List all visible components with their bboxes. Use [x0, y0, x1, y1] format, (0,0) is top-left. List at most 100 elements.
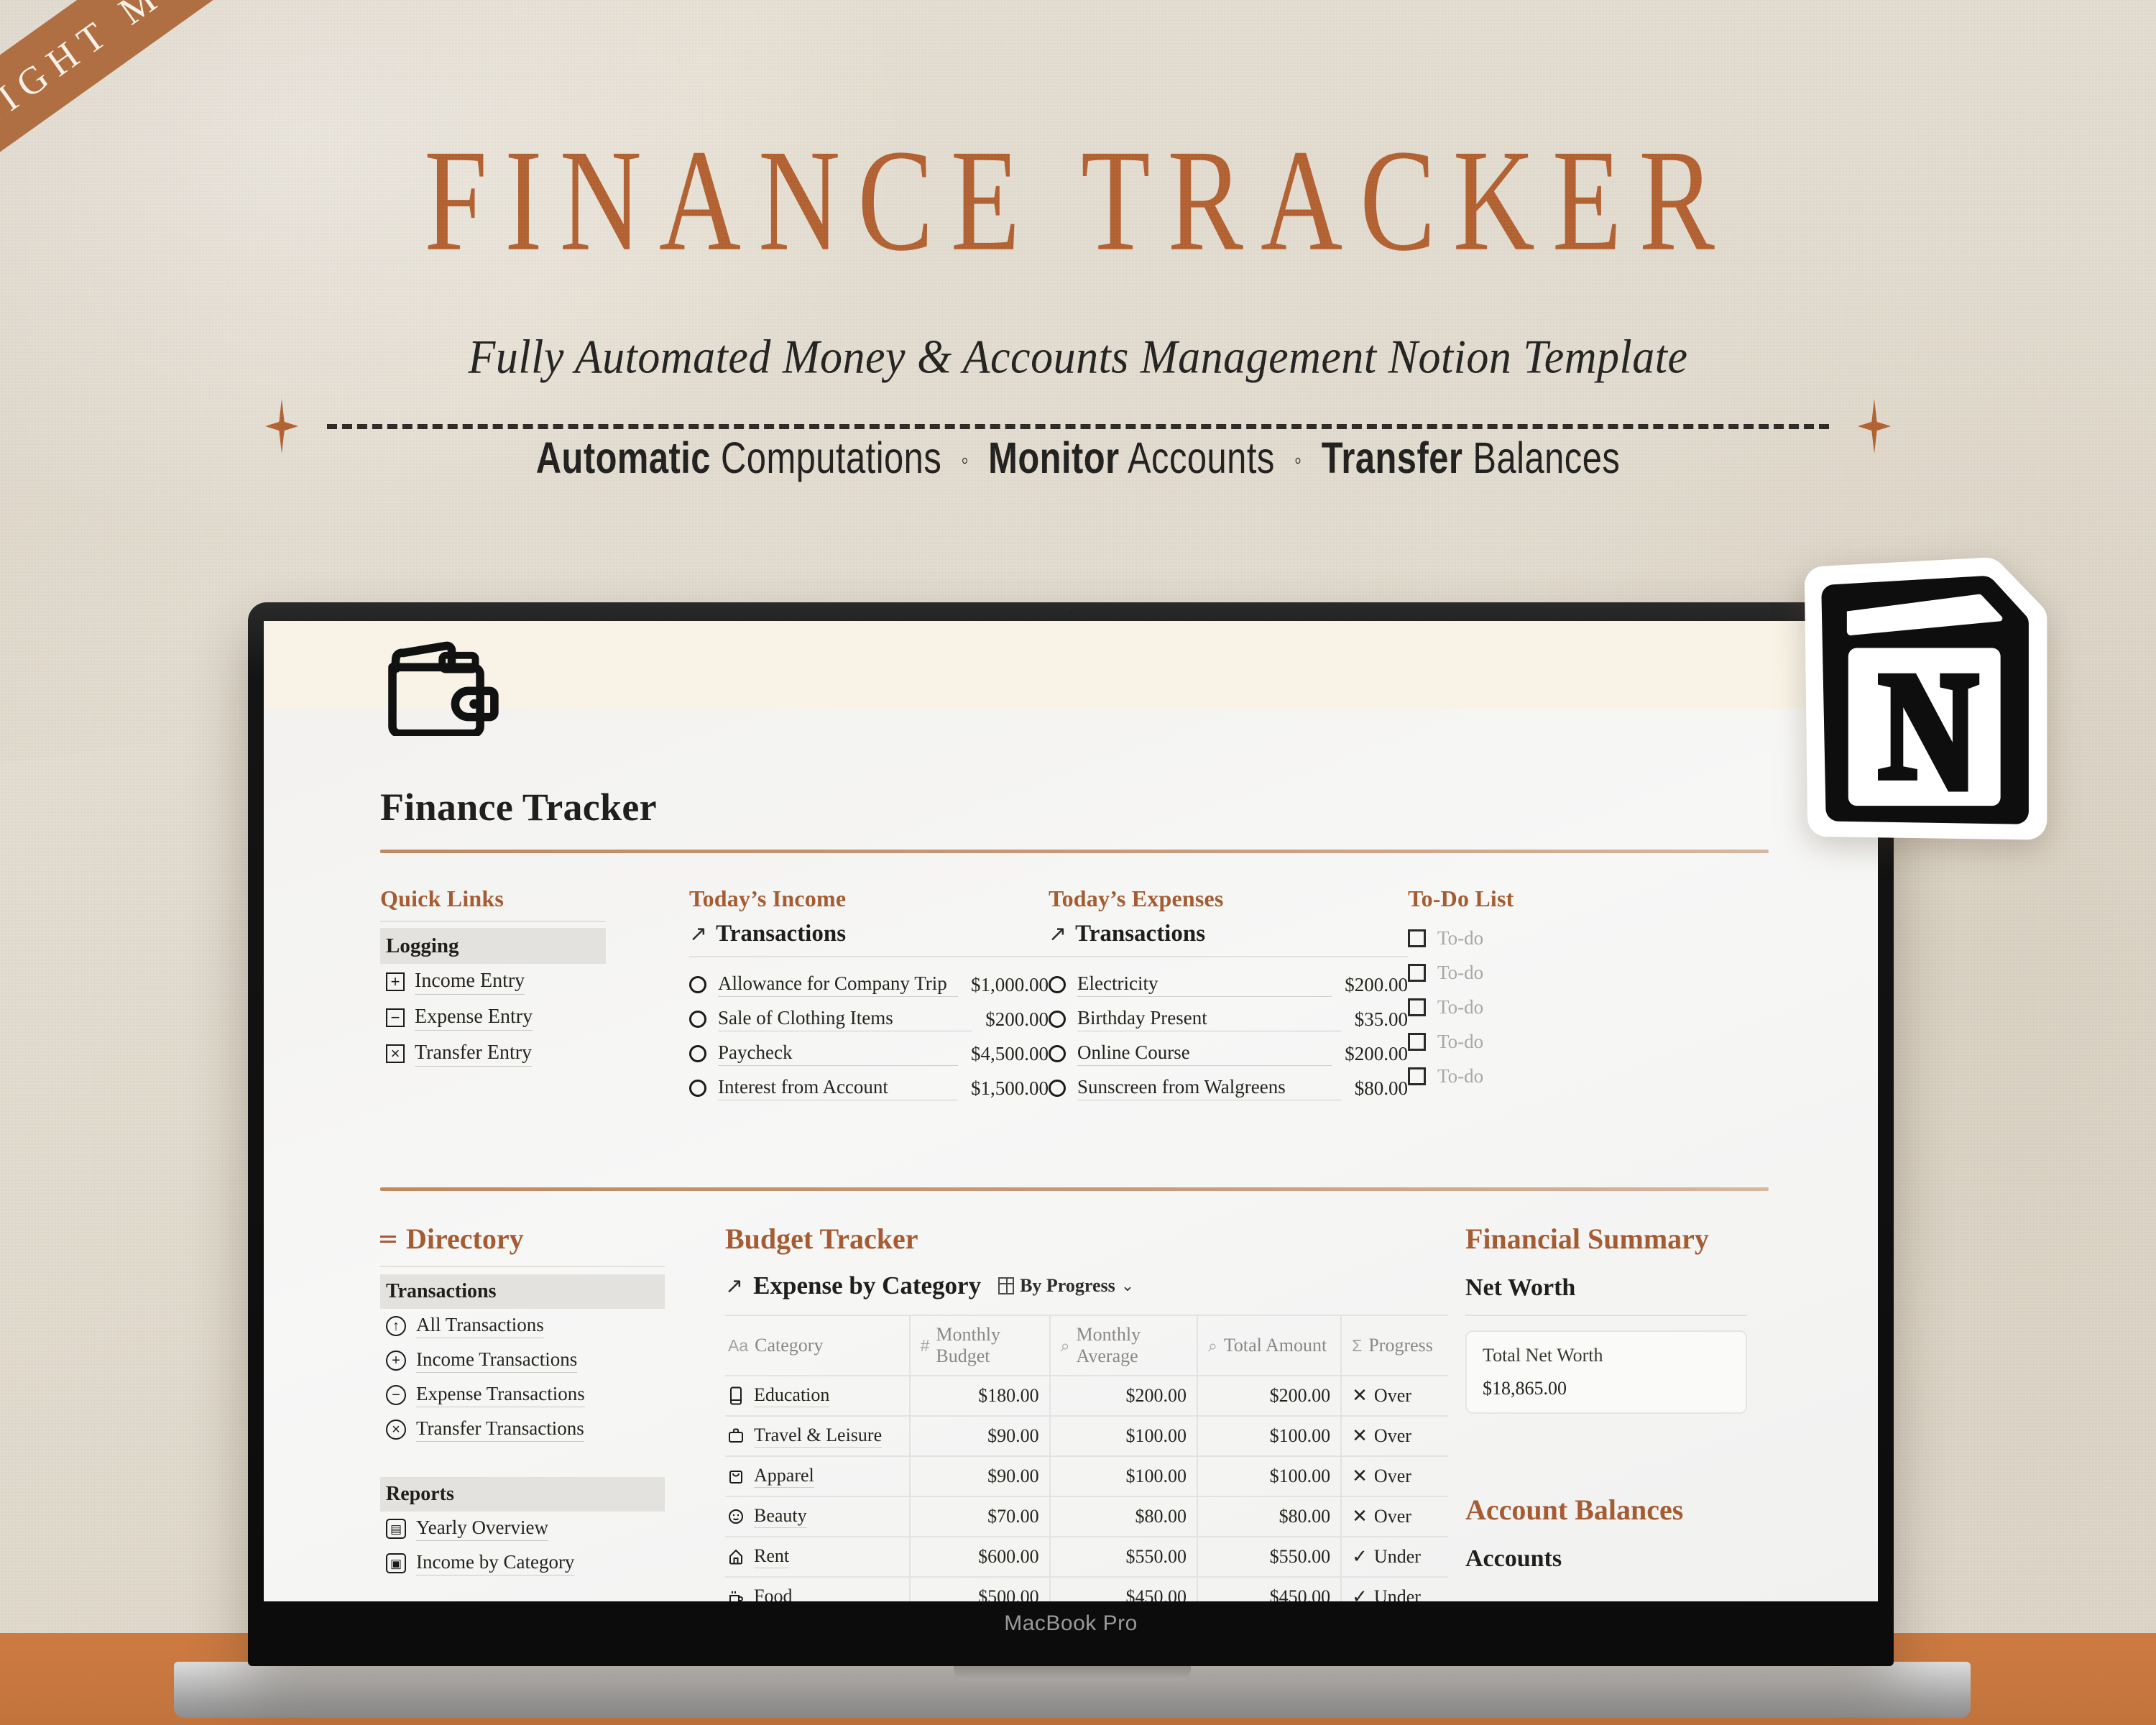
directory-item-income-by-category[interactable]: ▣ Income by Category: [380, 1546, 725, 1581]
directory-column: Directory Transactions ↑ All Transaction…: [380, 1222, 725, 1601]
cell-monthly-budget: $180.00: [909, 1375, 1051, 1416]
todo-item[interactable]: To-do: [1408, 990, 1724, 1024]
notion-page: Finance Tracker Quick Links Logging + In…: [264, 621, 1878, 1601]
table-row[interactable]: Education $180.00 $200.00 $200.00 ✕ Over: [725, 1375, 1448, 1416]
webcam-icon: [1069, 611, 1073, 615]
column-header-progress[interactable]: Σ Progress: [1341, 1315, 1448, 1376]
quick-links-heading: Quick Links: [380, 886, 505, 911]
directory-item-all-transactions[interactable]: ↑ All Transactions: [380, 1309, 725, 1343]
column-label: Category: [755, 1335, 824, 1356]
income-row[interactable]: Interest from Account $1,500.00: [689, 1071, 1049, 1105]
todays-expenses-database-link[interactable]: ↗ Transactions: [1049, 921, 1408, 947]
table-row[interactable]: Apparel $90.00 $100.00 $100.00 ✕ Over: [725, 1455, 1448, 1496]
checkbox-icon[interactable]: [1408, 1067, 1426, 1085]
checkbox-icon[interactable]: [1408, 929, 1426, 947]
income-row[interactable]: Sale of Clothing Items $200.00: [689, 1002, 1049, 1036]
income-row[interactable]: Allowance for Company Trip $1,000.00: [689, 967, 1049, 1002]
list-icon: [380, 1233, 396, 1246]
income-row[interactable]: Paycheck $4,500.00: [689, 1036, 1049, 1071]
progress-label: Over: [1373, 1425, 1411, 1446]
quick-link-expense-entry[interactable]: − Expense Entry: [380, 1000, 689, 1036]
cell-monthly-budget: $500.00: [909, 1576, 1051, 1601]
budget-database-name[interactable]: Expense by Category: [753, 1271, 981, 1300]
budget-view-selector[interactable]: By Progress ⌄: [998, 1275, 1134, 1297]
progress-mark-icon: ✕: [1352, 1425, 1368, 1446]
progress-label: Over: [1373, 1506, 1411, 1527]
todo-item[interactable]: To-do: [1408, 1024, 1724, 1059]
cell-progress: ✓ Under: [1341, 1576, 1448, 1601]
column-header-total-amount[interactable]: ⌕ Total Amount: [1197, 1315, 1342, 1376]
directory-item-yearly-overview[interactable]: ▤ Yearly Overview: [380, 1512, 725, 1546]
cell-total-amount: $80.00: [1197, 1496, 1342, 1537]
directory-item-income-transactions[interactable]: + Income Transactions: [380, 1343, 725, 1378]
column-header-monthly-average[interactable]: ⌕ Monthly Average: [1049, 1315, 1198, 1376]
progress-mark-icon: ✓: [1352, 1546, 1368, 1567]
cell-progress: ✕ Over: [1341, 1415, 1448, 1456]
quick-link-income-entry[interactable]: + Income Entry: [380, 964, 689, 1000]
directory-group-transactions: Transactions: [380, 1274, 665, 1309]
todays-income-database-link[interactable]: ↗ Transactions: [689, 921, 1049, 947]
expense-row[interactable]: Electricity $200.00: [1049, 967, 1408, 1002]
progress-mark-icon: ✕: [1352, 1466, 1368, 1486]
todays-income-column: Today’s Income ↗ Transactions Allowance …: [689, 886, 1049, 1105]
directory-item-label: Income Transactions: [416, 1348, 578, 1373]
checkbox-icon[interactable]: [1408, 998, 1426, 1016]
table-row[interactable]: Rent $600.00 $550.00 $550.00 ✓ Under: [725, 1536, 1448, 1577]
page-bullet-icon: [689, 1080, 706, 1097]
table-row[interactable]: Food $500.00 $450.00 $450.00 ✓ Under: [725, 1576, 1448, 1601]
income-name: Interest from Account: [718, 1076, 958, 1100]
smiley-icon: [729, 1509, 743, 1524]
progress-mark-icon: ✓: [1352, 1586, 1368, 1601]
todo-list-column: To-Do List To-do To-do To-do To-do To-do: [1408, 886, 1724, 1105]
accounts-subheading: Accounts: [1465, 1545, 1562, 1572]
budget-tracker-column: Budget Tracker ↗ Expense by Category By …: [725, 1222, 1465, 1601]
table-row[interactable]: Beauty $70.00 $80.00 $80.00 ✕ Over: [725, 1496, 1448, 1537]
table-icon: [998, 1277, 1015, 1294]
directory-group-reports: Reports: [380, 1477, 665, 1512]
budget-tracker-heading: Budget Tracker: [725, 1223, 918, 1255]
calendar-icon: ▤: [386, 1519, 406, 1539]
database-name: Transactions: [1075, 921, 1206, 947]
income-amount: $1,000.00: [971, 973, 1049, 995]
cell-category: Food: [725, 1576, 911, 1601]
checkbox-icon[interactable]: [1408, 1032, 1426, 1051]
quick-links-group-header: Logging: [380, 928, 606, 964]
progress-mark-icon: ✕: [1352, 1506, 1368, 1527]
cell-total-amount: $200.00: [1197, 1375, 1342, 1416]
quick-link-transfer-entry[interactable]: × Transfer Entry: [380, 1036, 689, 1072]
progress-label: Under: [1373, 1586, 1421, 1601]
notion-page-cover: [264, 621, 1878, 709]
bag-icon: [729, 1471, 742, 1484]
total-net-worth-card[interactable]: Total Net Worth $18,865.00: [1465, 1330, 1747, 1414]
directory-item-label: Income by Category: [416, 1551, 575, 1576]
todays-expenses-heading: Today’s Expenses: [1049, 886, 1224, 911]
todo-item[interactable]: To-do: [1408, 1059, 1724, 1093]
todo-item[interactable]: To-do: [1408, 955, 1724, 990]
x-circle-icon: ×: [386, 1420, 406, 1440]
formula-type-icon: Σ: [1352, 1335, 1363, 1355]
cell-progress: ✕ Over: [1341, 1375, 1448, 1416]
plus-circle-icon: +: [386, 1351, 406, 1371]
directory-spacer: [380, 1447, 725, 1477]
directory-item-expense-transactions[interactable]: − Expense Transactions: [380, 1378, 725, 1412]
page-divider-top: [380, 850, 1769, 853]
todo-label: To-do: [1437, 1064, 1484, 1087]
cell-monthly-average: $200.00: [1049, 1375, 1198, 1416]
expense-row[interactable]: Sunscreen from Walgreens $80.00: [1049, 1071, 1408, 1105]
todo-label: To-do: [1437, 995, 1484, 1018]
todo-item[interactable]: To-do: [1408, 921, 1724, 955]
cell-monthly-budget: $70.00: [909, 1496, 1051, 1537]
expense-row[interactable]: Online Course $200.00: [1049, 1036, 1408, 1071]
cell-monthly-average: $100.00: [1049, 1415, 1198, 1456]
directory-item-transfer-transactions[interactable]: × Transfer Transactions: [380, 1412, 725, 1447]
promo-canvas: LIGHT MODE FINANCE TRACKER Fully Automat…: [0, 0, 2156, 1725]
net-worth-subheading: Net Worth: [1465, 1274, 1576, 1301]
table-row[interactable]: Travel & Leisure $90.00 $100.00 $100.00 …: [725, 1415, 1448, 1456]
column-header-monthly-budget[interactable]: # Monthly Budget: [909, 1315, 1051, 1376]
column-label: Monthly Budget: [936, 1324, 1000, 1366]
checkbox-icon[interactable]: [1408, 963, 1426, 982]
column-header-category[interactable]: Aa Category: [725, 1315, 911, 1376]
quick-link-label: Expense Entry: [415, 1006, 533, 1031]
database-name: Transactions: [716, 921, 847, 947]
expense-row[interactable]: Birthday Present $35.00: [1049, 1002, 1408, 1036]
